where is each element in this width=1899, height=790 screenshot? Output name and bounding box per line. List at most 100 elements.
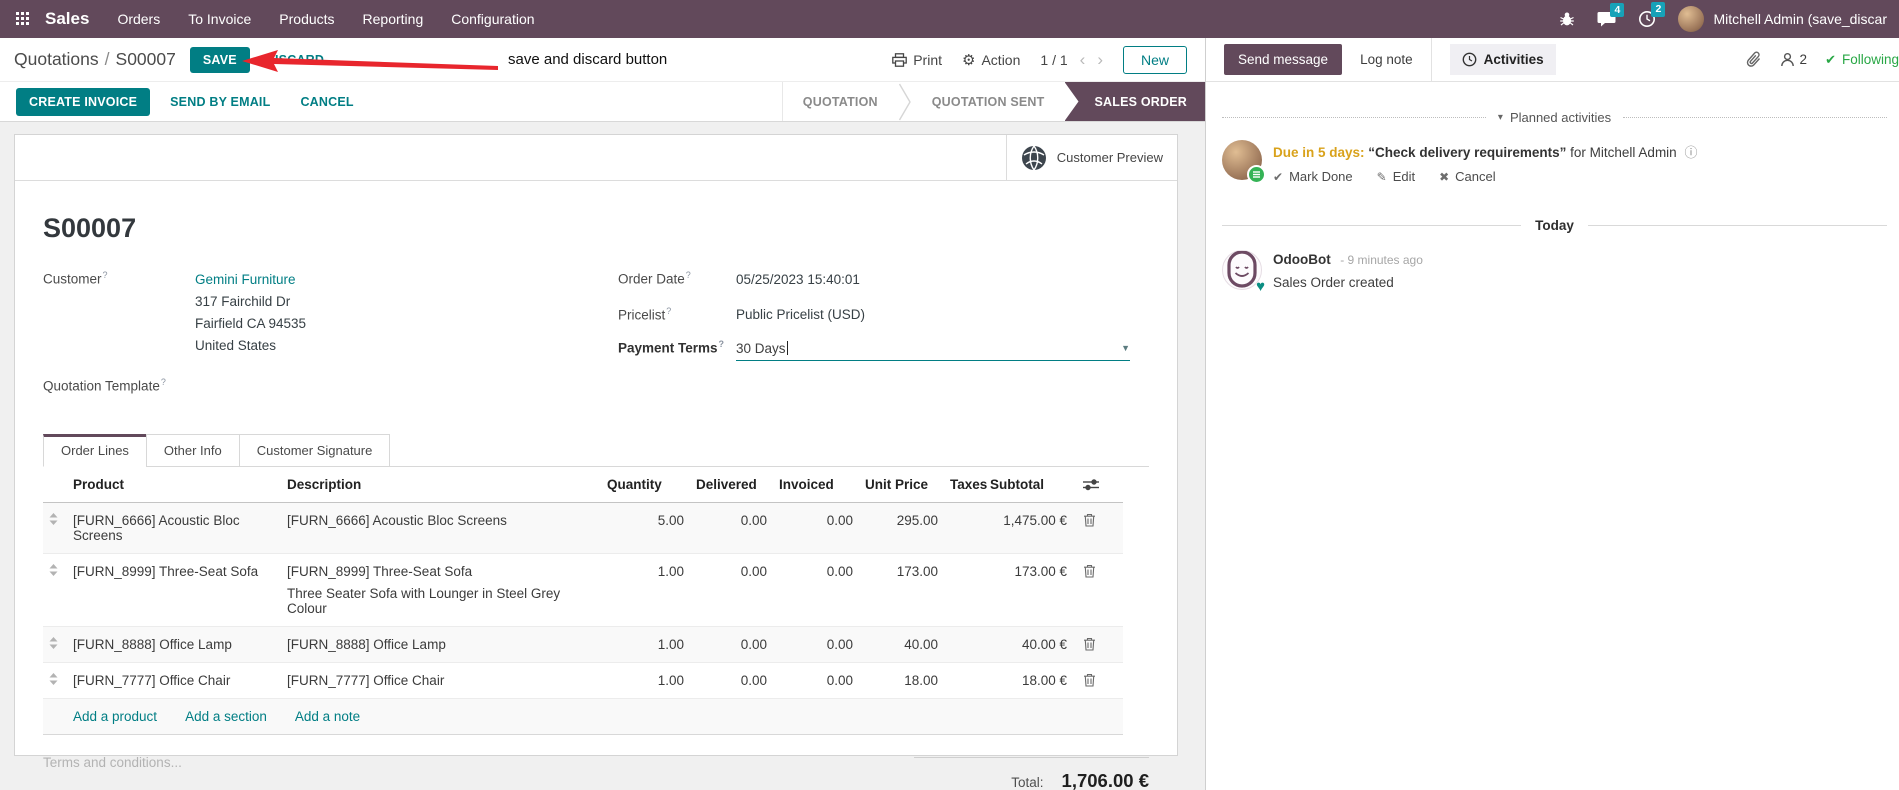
menu-orders[interactable]: Orders (117, 11, 160, 27)
order-line-row[interactable]: [FURN_7777] Office Chair [FURN_7777] Off… (43, 662, 1123, 699)
menu-to-invoice[interactable]: To Invoice (188, 11, 251, 27)
cell-delivered[interactable]: 0.00 (690, 554, 773, 627)
cell-quantity[interactable]: 1.00 (601, 554, 690, 627)
delete-row-button[interactable] (1073, 627, 1123, 663)
planned-activities-toggle[interactable]: ▾ Planned activities (1498, 110, 1611, 125)
delete-row-button[interactable] (1073, 503, 1123, 554)
new-button[interactable]: New (1122, 45, 1187, 74)
activities-clock-icon[interactable]: 2 (1638, 2, 1666, 28)
save-button[interactable]: SAVE (189, 46, 250, 73)
cell-taxes[interactable] (944, 663, 984, 699)
message-author[interactable]: OdooBot (1273, 252, 1331, 267)
cell-delivered[interactable]: 0.00 (690, 627, 773, 663)
cell-description[interactable]: [FURN_8888] Office Lamp (281, 627, 601, 663)
pricelist-value[interactable]: Public Pricelist (USD) (736, 307, 1149, 322)
cell-description[interactable]: [FURN_6666] Acoustic Bloc Screens (281, 503, 601, 554)
order-line-row[interactable]: [FURN_6666] Acoustic Bloc Screens [FURN_… (43, 502, 1123, 554)
col-invoiced[interactable]: Invoiced (773, 467, 859, 503)
cancel-button[interactable]: CANCEL (290, 88, 363, 116)
cell-invoiced[interactable]: 0.00 (773, 663, 859, 699)
app-name[interactable]: Sales (45, 9, 89, 29)
dropdown-arrow-icon[interactable]: ▼ (1121, 343, 1130, 353)
cell-taxes[interactable] (944, 503, 984, 554)
action-button[interactable]: ⚙ Action (962, 51, 1020, 69)
col-taxes[interactable]: Taxes (944, 467, 987, 503)
add-product-link[interactable]: Add a product (73, 709, 157, 724)
add-section-link[interactable]: Add a section (185, 709, 267, 724)
order-date-value[interactable]: 05/25/2023 15:40:01 (736, 272, 1149, 287)
debug-icon[interactable] (1559, 11, 1575, 27)
drag-handle-icon[interactable] (43, 503, 67, 554)
delete-row-button[interactable] (1073, 554, 1123, 627)
following-button[interactable]: ✔ Following (1825, 52, 1899, 68)
cell-delivered[interactable]: 0.00 (690, 503, 773, 554)
customer-help-icon[interactable]: ? (103, 270, 108, 280)
send-by-email-button[interactable]: SEND BY EMAIL (160, 88, 280, 116)
menu-reporting[interactable]: Reporting (363, 11, 424, 27)
col-unit-price[interactable]: Unit Price (859, 467, 944, 503)
activities-button[interactable]: Activities (1449, 44, 1556, 75)
cell-taxes[interactable] (944, 627, 984, 663)
order-date-help-icon[interactable]: ? (686, 270, 691, 280)
cell-quantity[interactable]: 5.00 (601, 503, 690, 554)
menu-configuration[interactable]: Configuration (451, 11, 534, 27)
cell-delivered[interactable]: 0.00 (690, 663, 773, 699)
order-line-row[interactable]: [FURN_8999] Three-Seat Sofa [FURN_8999] … (43, 553, 1123, 627)
drag-handle-icon[interactable] (43, 663, 67, 699)
pager-previous-icon[interactable]: ‹ (1080, 50, 1086, 70)
cell-unit-price[interactable]: 18.00 (859, 663, 944, 699)
cell-description[interactable]: [FURN_8999] Three-Seat Sofa Three Seater… (281, 554, 601, 627)
cell-description[interactable]: [FURN_7777] Office Chair (281, 663, 601, 699)
cell-unit-price[interactable]: 173.00 (859, 554, 944, 627)
drag-handle-icon[interactable] (43, 627, 67, 663)
col-description[interactable]: Description (281, 467, 601, 503)
order-line-row[interactable]: [FURN_8888] Office Lamp [FURN_8888] Offi… (43, 626, 1123, 663)
col-delivered[interactable]: Delivered (690, 467, 773, 503)
payment-terms-help-icon[interactable]: ? (719, 339, 725, 349)
tab-customer-signature[interactable]: Customer Signature (238, 434, 391, 467)
cell-unit-price[interactable]: 40.00 (859, 627, 944, 663)
cell-product[interactable]: [FURN_8999] Three-Seat Sofa (67, 554, 281, 627)
tab-other-info[interactable]: Other Info (145, 434, 240, 467)
cancel-activity-button[interactable]: ✖ Cancel (1439, 169, 1496, 184)
cell-invoiced[interactable]: 0.00 (773, 503, 859, 554)
messages-icon[interactable]: 4 (1597, 2, 1625, 28)
info-icon[interactable]: ⓘ (1684, 145, 1697, 160)
optional-columns-button[interactable] (1073, 467, 1123, 503)
col-quantity[interactable]: Quantity (601, 467, 690, 503)
customer-preview-button[interactable]: Customer Preview (1005, 135, 1177, 180)
stage-quotation[interactable]: QUOTATION (783, 82, 898, 121)
add-note-link[interactable]: Add a note (295, 709, 360, 724)
log-note-button[interactable]: Log note (1360, 52, 1413, 67)
user-menu[interactable]: Mitchell Admin (save_discar (1678, 6, 1887, 32)
cell-product[interactable]: [FURN_7777] Office Chair (67, 663, 281, 699)
col-product[interactable]: Product (67, 467, 281, 503)
cell-quantity[interactable]: 1.00 (601, 627, 690, 663)
cell-quantity[interactable]: 1.00 (601, 663, 690, 699)
cell-product[interactable]: [FURN_8888] Office Lamp (67, 627, 281, 663)
cell-invoiced[interactable]: 0.00 (773, 554, 859, 627)
quotation-template-help-icon[interactable]: ? (161, 377, 166, 387)
menu-products[interactable]: Products (279, 11, 334, 27)
attach-files-button[interactable] (1746, 51, 1762, 68)
cell-product[interactable]: [FURN_6666] Acoustic Bloc Screens (67, 503, 281, 554)
discard-button[interactable]: DISCARD (266, 53, 324, 67)
payment-terms-input[interactable]: 30 Days ▼ (736, 341, 1130, 361)
followers-button[interactable]: 2 (1780, 52, 1807, 67)
stage-quotation-sent[interactable]: QUOTATION SENT (912, 82, 1065, 121)
delete-row-button[interactable] (1073, 663, 1123, 699)
customer-link[interactable]: Gemini Furniture (195, 272, 578, 287)
cell-unit-price[interactable]: 295.00 (859, 503, 944, 554)
col-subtotal[interactable]: Subtotal (984, 467, 1073, 503)
cell-invoiced[interactable]: 0.00 (773, 627, 859, 663)
pager-next-icon[interactable]: › (1097, 50, 1103, 70)
edit-activity-button[interactable]: ✎ Edit (1377, 169, 1415, 184)
apps-menu-icon[interactable] (16, 11, 31, 27)
pricelist-help-icon[interactable]: ? (666, 306, 671, 316)
create-invoice-button[interactable]: CREATE INVOICE (16, 87, 151, 116)
breadcrumb-quotations[interactable]: Quotations (14, 49, 99, 69)
tab-order-lines[interactable]: Order Lines (43, 434, 147, 467)
cell-taxes[interactable] (944, 554, 984, 627)
stage-sales-order[interactable]: SALES ORDER (1064, 82, 1205, 121)
send-message-button[interactable]: Send message (1224, 44, 1343, 75)
